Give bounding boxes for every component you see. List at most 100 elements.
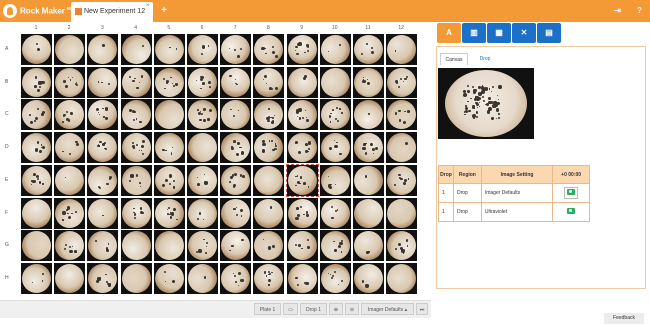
well-G2[interactable]	[54, 230, 86, 262]
columns-tab-icon[interactable]: ▥	[462, 23, 486, 43]
well-F5[interactable]	[153, 197, 185, 229]
well-H10[interactable]	[319, 262, 351, 294]
well-F3[interactable]	[87, 197, 119, 229]
well-C2[interactable]	[54, 99, 86, 131]
logout-icon[interactable]: ⇥	[612, 5, 623, 16]
well-C4[interactable]	[120, 99, 152, 131]
well-A11[interactable]	[353, 34, 384, 65]
annotate-tab-icon[interactable]: A	[437, 23, 461, 43]
zoom-in-icon[interactable]: ⊕	[329, 303, 343, 315]
well-C1[interactable]	[21, 99, 52, 131]
well-A10[interactable]	[319, 34, 351, 65]
well-A6[interactable]	[187, 34, 218, 65]
table-row[interactable]: 1 Drop Imager Defaults	[438, 183, 590, 203]
well-C5[interactable]	[153, 99, 185, 131]
well-D8[interactable]	[253, 132, 285, 164]
drop-selector[interactable]: Drop 1	[300, 303, 327, 315]
well-E12[interactable]	[386, 164, 418, 196]
well-H5[interactable]	[153, 262, 185, 294]
well-D12[interactable]	[386, 132, 418, 164]
well-A3[interactable]	[87, 34, 119, 65]
well-D10[interactable]	[319, 132, 351, 164]
well-A9[interactable]	[286, 34, 318, 65]
well-E3[interactable]	[87, 164, 119, 196]
well-G9[interactable]	[286, 230, 318, 262]
well-H6[interactable]	[187, 262, 218, 294]
well-C7[interactable]	[220, 99, 252, 131]
well-G11[interactable]	[353, 230, 384, 262]
well-C6[interactable]	[187, 99, 218, 131]
zoom-out-icon[interactable]: ⊖	[345, 303, 359, 315]
well-G10[interactable]	[319, 230, 351, 262]
well-A2[interactable]	[54, 34, 86, 65]
well-B3[interactable]	[87, 66, 119, 98]
tools-tab-icon[interactable]: ✕	[512, 23, 536, 43]
well-D6[interactable]	[187, 132, 218, 164]
well-E5[interactable]	[153, 164, 185, 196]
well-F10[interactable]	[319, 197, 351, 229]
well-F7[interactable]	[220, 197, 252, 229]
well-G6[interactable]	[187, 230, 218, 262]
close-icon[interactable]: ×	[146, 3, 150, 9]
well-F8[interactable]	[253, 197, 285, 229]
well-B1[interactable]	[21, 66, 52, 98]
help-icon[interactable]: ?	[634, 5, 645, 16]
well-B12[interactable]	[386, 66, 418, 98]
well-F11[interactable]	[353, 197, 384, 229]
well-H12[interactable]	[386, 262, 418, 294]
well-C8[interactable]	[253, 99, 285, 131]
plate-selector[interactable]: Plate 1	[254, 303, 281, 315]
well-D5[interactable]	[153, 132, 185, 164]
tab-drop[interactable]: Drop	[473, 53, 497, 65]
camera-icon[interactable]	[567, 208, 576, 214]
well-B11[interactable]	[353, 66, 384, 98]
well-B5[interactable]	[153, 66, 185, 98]
add-tab-icon[interactable]: +	[158, 5, 170, 17]
well-F9[interactable]	[286, 197, 318, 229]
imaging-tab-icon[interactable]: ▤	[537, 23, 561, 43]
well-F4[interactable]	[120, 197, 152, 229]
well-A4[interactable]	[120, 34, 152, 65]
well-F1[interactable]	[21, 197, 52, 229]
well-E1[interactable]	[21, 164, 52, 196]
imager-settings-selector[interactable]: Imager Defaults ▴	[361, 303, 414, 315]
keyboard-icon[interactable]: ▭	[283, 303, 298, 315]
tab-experiment[interactable]: New Experiment 12 ×	[71, 2, 153, 22]
well-H1[interactable]	[21, 262, 52, 294]
well-E11[interactable]	[353, 164, 384, 196]
well-C12[interactable]	[386, 99, 418, 131]
well-D9[interactable]	[286, 132, 318, 164]
well-E9[interactable]	[285, 163, 319, 197]
well-H2[interactable]	[54, 262, 86, 294]
well-E10[interactable]	[319, 164, 351, 196]
well-F12[interactable]	[386, 197, 418, 229]
well-F2[interactable]	[54, 197, 86, 229]
skip-end-icon[interactable]: ⏭	[416, 303, 428, 315]
well-H4[interactable]	[120, 262, 152, 294]
well-E7[interactable]	[220, 164, 252, 196]
well-A8[interactable]	[253, 34, 285, 65]
well-A7[interactable]	[220, 34, 252, 65]
well-E4[interactable]	[120, 164, 152, 196]
well-H3[interactable]	[87, 262, 119, 294]
well-H11[interactable]	[353, 262, 384, 294]
tab-canvas[interactable]: Canvas	[440, 53, 468, 65]
well-D1[interactable]	[21, 132, 52, 164]
camera-icon[interactable]	[564, 187, 579, 199]
well-C11[interactable]	[353, 99, 384, 131]
well-E6[interactable]	[187, 164, 218, 196]
well-G4[interactable]	[120, 230, 152, 262]
well-B7[interactable]	[220, 66, 252, 98]
well-C9[interactable]	[286, 99, 318, 131]
well-B9[interactable]	[286, 66, 318, 98]
well-B2[interactable]	[54, 66, 86, 98]
well-C10[interactable]	[319, 99, 351, 131]
well-B6[interactable]	[187, 66, 218, 98]
well-B10[interactable]	[319, 66, 351, 98]
well-G8[interactable]	[253, 230, 285, 262]
well-G3[interactable]	[87, 230, 119, 262]
well-E8[interactable]	[253, 164, 285, 196]
feedback-button[interactable]: Feedback	[604, 313, 644, 324]
well-B4[interactable]	[120, 66, 152, 98]
table-row[interactable]: 1 Drop Ultraviolet	[438, 202, 590, 222]
